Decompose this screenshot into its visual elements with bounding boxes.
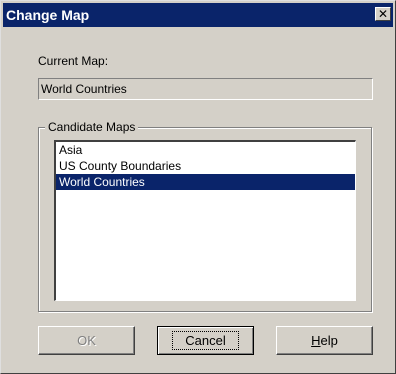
close-icon: ✕	[377, 7, 389, 21]
current-map-field: World Countries	[38, 78, 373, 100]
change-map-dialog: Change Map ✕ Current Map: World Countrie…	[0, 0, 396, 374]
list-item-world-countries[interactable]: World Countries	[56, 174, 355, 190]
window-title: Change Map	[6, 7, 90, 23]
list-item-asia[interactable]: Asia	[56, 142, 355, 158]
help-button[interactable]: Help	[276, 326, 373, 355]
ok-button[interactable]: OK	[38, 326, 135, 355]
help-button-label: Help	[311, 333, 338, 348]
help-label-rest: elp	[320, 333, 338, 348]
ok-button-label: OK	[77, 333, 96, 348]
cancel-button[interactable]: Cancel	[157, 326, 254, 355]
title-bar: Change Map ✕	[3, 3, 393, 27]
candidate-maps-list[interactable]: Asia US County Boundaries World Countrie…	[54, 140, 356, 301]
candidate-maps-legend: Candidate Maps	[45, 120, 139, 134]
list-item-us-county-boundaries[interactable]: US County Boundaries	[56, 158, 355, 174]
cancel-button-label: Cancel	[172, 331, 239, 350]
current-map-label: Current Map:	[38, 54, 109, 68]
close-button[interactable]: ✕	[375, 7, 391, 21]
help-mnemonic: H	[311, 333, 321, 348]
